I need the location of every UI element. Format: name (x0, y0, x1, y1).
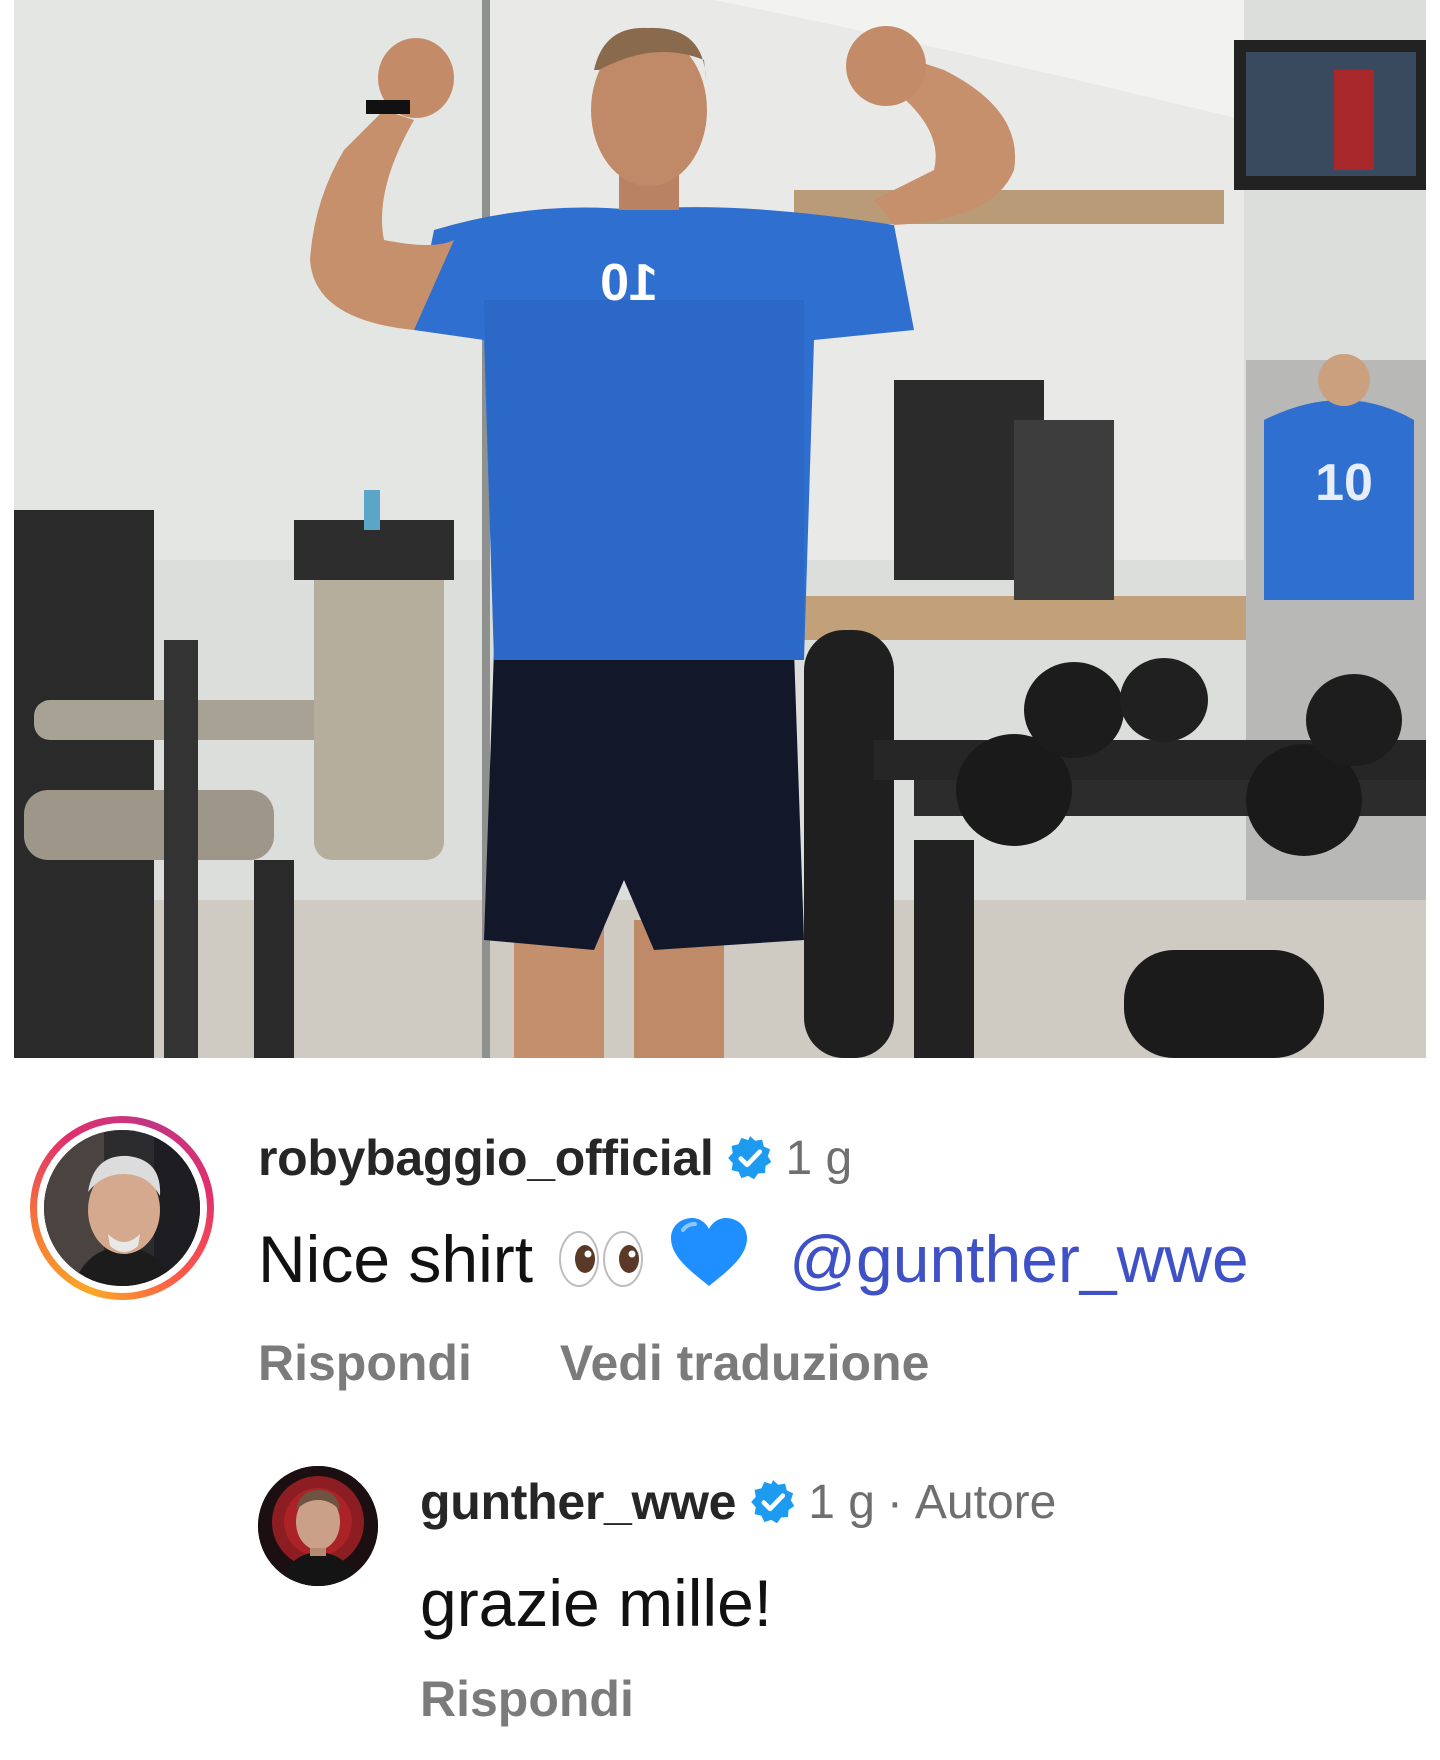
svg-text:10: 10 (1315, 454, 1373, 512)
comment-actions: Rispondi Vedi traduzione (258, 1334, 929, 1392)
reply-button[interactable]: Rispondi (258, 1334, 472, 1392)
avatar-robybaggio[interactable] (44, 1130, 200, 1286)
author-label: Autore (914, 1475, 1057, 1529)
story-ring-gap (37, 1123, 207, 1293)
comment-time: 1 g (808, 1475, 875, 1529)
reply-body: grazie mille! (420, 1560, 772, 1646)
see-translation-button[interactable]: Vedi traduzione (560, 1334, 930, 1392)
verified-badge-icon (728, 1136, 772, 1180)
avatar-gunther[interactable] (258, 1466, 378, 1586)
comment-header: robybaggio_official 1 g (258, 1128, 852, 1188)
comment-time: 1 g (785, 1131, 853, 1185)
username[interactable]: gunther_wwe (420, 1473, 736, 1531)
post-image: 10 10 (14, 0, 1426, 1058)
reply-header: gunther_wwe 1 g · Autore (420, 1472, 1056, 1532)
comment-text: Nice shirt (258, 1222, 534, 1296)
post-photo[interactable]: 10 10 (14, 0, 1426, 1058)
svg-text:10: 10 (600, 254, 658, 312)
blue-heart-emoji-icon (669, 1216, 749, 1303)
eyes-emoji-icon (557, 1229, 649, 1289)
avatar-image (44, 1130, 200, 1286)
comment-body: Nice shirt @gunther_wwe (258, 1216, 1249, 1302)
avatar-image (258, 1466, 378, 1586)
mention-link[interactable]: @gunther_wwe (789, 1221, 1249, 1297)
story-ring[interactable] (30, 1116, 214, 1300)
verified-badge-icon (751, 1480, 795, 1524)
reply-actions: Rispondi (420, 1670, 634, 1728)
username[interactable]: robybaggio_official (258, 1129, 714, 1187)
reply-button[interactable]: Rispondi (420, 1670, 634, 1728)
comment-text: grazie mille! (420, 1566, 773, 1640)
meta-separator: · (886, 1475, 903, 1529)
